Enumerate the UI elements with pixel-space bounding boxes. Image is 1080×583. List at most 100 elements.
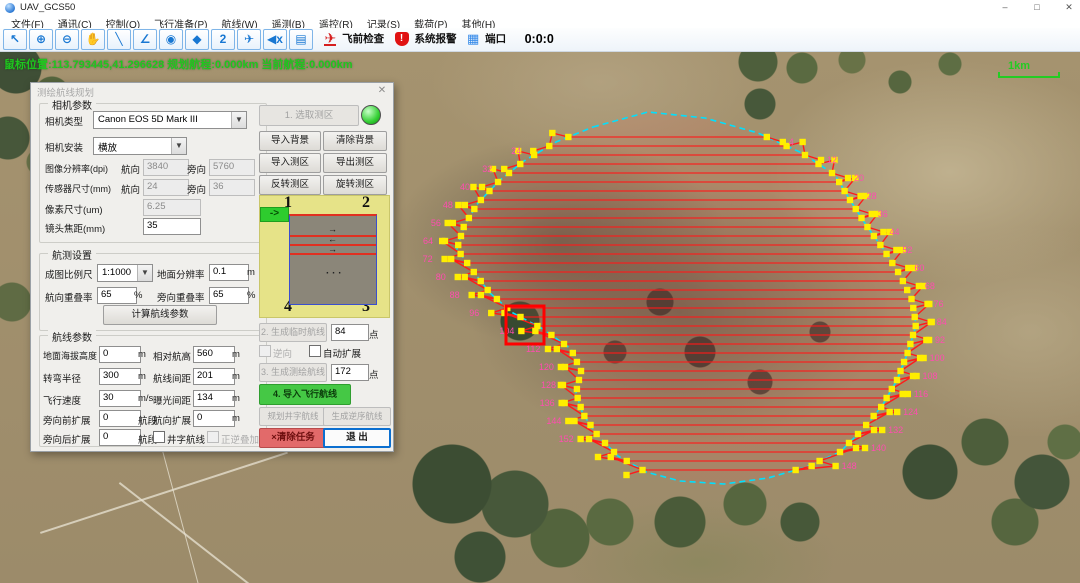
dialog-close-icon[interactable]: ✕ xyxy=(375,84,389,97)
window-title: UAV_GCS50 xyxy=(20,2,75,13)
ground-alt-field[interactable]: 0 xyxy=(99,346,141,363)
port-button[interactable]: ▦ 端口 xyxy=(467,28,506,50)
camera-type-value: Canon EOS 5D Mark III xyxy=(98,114,198,125)
zoom-in-icon[interactable]: ⊕ xyxy=(29,29,53,50)
flight-speed-label: 飞行速度 xyxy=(43,393,81,407)
flight-speed-unit: m/s xyxy=(138,393,153,404)
tool-buttons: ↖⊕⊖✋╲∠◉◆2✈◀x▤ xyxy=(2,28,314,45)
waypoint-marker xyxy=(595,454,601,460)
camera-mount-select[interactable]: 横放 ▼ xyxy=(93,137,187,155)
waypoint-number: 140 xyxy=(871,443,886,453)
waypoint-marker xyxy=(923,337,929,343)
temp-points-unit: 点 xyxy=(369,327,379,341)
import-flight-route-button[interactable]: 4. 导入飞行航线 xyxy=(259,384,351,405)
minimize-button[interactable]: – xyxy=(990,0,1020,15)
exit-button[interactable]: 退 出 xyxy=(323,428,391,448)
clear-background-button[interactable]: 清除背景 xyxy=(323,131,387,151)
resolution-along-field: 3840 xyxy=(143,159,189,176)
waypoint-marker xyxy=(470,184,476,190)
waypoint-marker xyxy=(917,355,923,361)
auto-expand-checkbox[interactable] xyxy=(309,345,321,357)
line-icon[interactable]: ╲ xyxy=(107,29,131,50)
camera-mount-value: 横放 xyxy=(98,140,117,154)
survey-points-field[interactable]: 172 xyxy=(331,364,369,381)
export-area-button[interactable]: 导出测区 xyxy=(323,153,387,173)
direction-arrow: → xyxy=(328,225,337,233)
waypoint-marker xyxy=(441,256,447,262)
waypoint-marker xyxy=(879,427,885,433)
preflight-check-button[interactable]: ✈ 飞前检查 xyxy=(324,28,384,50)
map-scale-select[interactable]: 1:1000 ▼ xyxy=(97,264,153,282)
waypoint-marker xyxy=(624,458,630,464)
waypoint-marker xyxy=(853,206,859,212)
turn-radius-field[interactable]: 300 xyxy=(99,368,141,385)
grid-route-checkbox[interactable] xyxy=(153,431,165,443)
pan-icon[interactable]: ✋ xyxy=(81,29,105,50)
system-alarm-button[interactable]: ! 系统报警 xyxy=(395,28,457,50)
camera-type-select[interactable]: Canon EOS 5D Mark III ▼ xyxy=(93,111,247,129)
waypoint-marker xyxy=(455,202,461,208)
waypoint-marker xyxy=(929,319,935,325)
camera-type-label: 相机类型 xyxy=(45,114,83,128)
waypoint-marker xyxy=(858,215,864,221)
pixel-size-label: 像素尺寸(um) xyxy=(45,202,103,216)
gsd-field[interactable]: 0.1 xyxy=(209,264,249,281)
along-ext-field[interactable]: 0 xyxy=(193,410,235,427)
flight-speed-field[interactable]: 30 xyxy=(99,390,141,407)
cross-back-ext-field[interactable]: 0 xyxy=(99,429,141,446)
waypoint-number: 132 xyxy=(888,425,903,435)
app-icon xyxy=(5,3,15,13)
rotate-area-button[interactable]: 旋转测区 xyxy=(323,175,387,195)
import-area-button[interactable]: 导入测区 xyxy=(259,153,321,173)
plane-icon[interactable]: ✈ xyxy=(237,29,261,50)
waypoint-marker xyxy=(478,278,484,284)
waypoint-marker xyxy=(893,247,899,253)
mute-icon[interactable]: ◀x xyxy=(263,29,287,50)
cursor-icon[interactable]: ↖ xyxy=(3,29,27,50)
rel-height-field[interactable]: 560 xyxy=(193,346,235,363)
select-area-button: 1. 选取测区 xyxy=(259,105,359,126)
waypoint-marker xyxy=(877,242,883,248)
waypoint-number: 76 xyxy=(934,299,944,309)
overlap-along-field[interactable]: 65 xyxy=(97,287,137,304)
waypoint-marker xyxy=(889,386,895,392)
invert-area-button[interactable]: 反转测区 xyxy=(259,175,321,195)
vertex-icon[interactable]: ∠ xyxy=(133,29,157,50)
route-icon[interactable]: 2 xyxy=(211,29,235,50)
waypoint-marker xyxy=(578,368,584,374)
exposure-spacing-field[interactable]: 134 xyxy=(193,390,235,407)
waypoint-number: 128 xyxy=(541,380,556,390)
overlap-along-unit: % xyxy=(134,290,142,301)
zoom-out-icon[interactable]: ⊖ xyxy=(55,29,79,50)
waypoint-marker xyxy=(602,440,608,446)
waypoint-marker xyxy=(554,346,560,352)
sensor-cross-field: 36 xyxy=(209,179,255,196)
ellipsis-dots: · · · xyxy=(326,268,342,279)
cross-fwd-ext-field[interactable]: 0 xyxy=(99,410,141,427)
close-button[interactable]: ✕ xyxy=(1054,0,1080,15)
maximize-button[interactable]: □ xyxy=(1022,0,1052,15)
waypoint-marker xyxy=(829,170,835,176)
waypoint-number: 100 xyxy=(930,353,945,363)
line-spacing-field[interactable]: 201 xyxy=(193,368,235,385)
generate-survey-route-button: 3. 生成测绘航线 xyxy=(259,363,327,382)
waypoint-marker xyxy=(558,382,564,388)
waypoint-marker xyxy=(532,328,538,334)
locate-icon[interactable]: ◉ xyxy=(159,29,183,50)
overlap-cross-label: 旁向重叠率 xyxy=(157,290,205,304)
calc-route-params-button[interactable]: 计算航线参数 xyxy=(103,305,217,325)
waypoint-marker xyxy=(574,395,580,401)
eraser-icon[interactable]: ◆ xyxy=(185,29,209,50)
cross-fwd-ext-label: 旁向前扩展 xyxy=(43,413,91,427)
overlap-cross-field[interactable]: 65 xyxy=(209,287,249,304)
cross-label: 旁向 xyxy=(187,182,206,196)
waypoint-marker xyxy=(907,341,913,347)
waypoint-marker xyxy=(894,377,900,383)
import-background-button[interactable]: 导入背景 xyxy=(259,131,321,151)
focal-length-field[interactable]: 35 xyxy=(143,218,201,235)
temp-points-field[interactable]: 84 xyxy=(331,324,369,341)
waypoint-marker xyxy=(517,161,523,167)
clear-task-button[interactable]: ×清除任务 xyxy=(259,428,327,448)
waypoint-marker xyxy=(462,202,468,208)
save-icon[interactable]: ▤ xyxy=(289,29,313,50)
